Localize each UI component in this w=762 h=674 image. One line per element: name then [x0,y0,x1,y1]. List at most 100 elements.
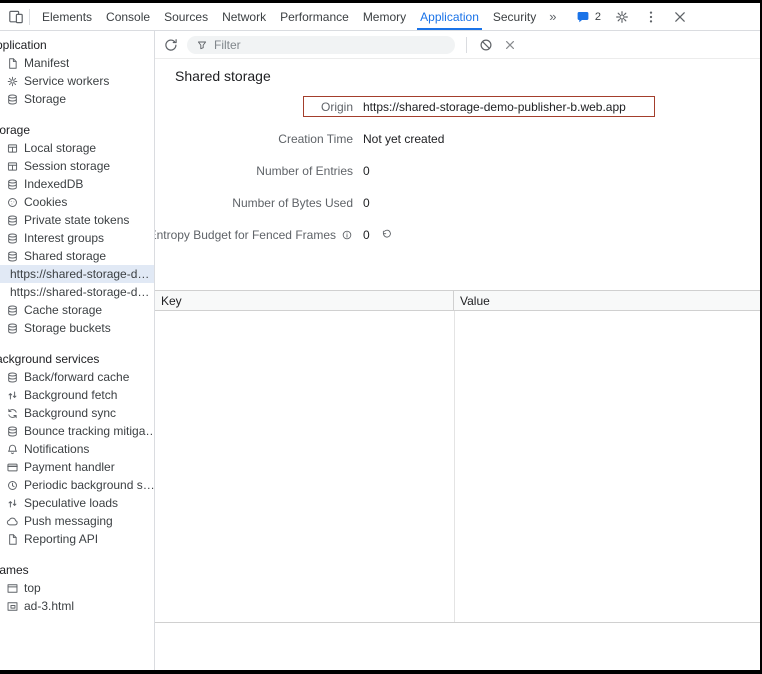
sidebar-item-cookies[interactable]: Cookies [0,193,155,211]
item-label: Manifest [24,56,69,70]
sidebar-item-payment-handler[interactable]: Payment handler [0,458,155,476]
item-label: Interest groups [24,231,104,245]
table-icon [6,142,19,155]
field-row-origin: Origin https://shared-storage-demo-publi… [155,98,760,116]
device-toolbar-icon[interactable] [8,9,24,25]
field-label-entropy-budget: Entropy Budget for Fenced Frames [155,228,363,242]
bell-icon [6,443,19,456]
sidebar-item-reporting-api[interactable]: Reporting API [0,530,155,548]
sync-arrows-icon [6,407,19,420]
application-sidebar: Application Manifest Service workers Sto… [0,31,155,670]
section-title-storage[interactable]: Storage [0,121,155,139]
close-icon[interactable] [672,9,688,25]
tab-security[interactable]: Security [486,3,543,30]
tab-memory[interactable]: Memory [356,3,413,30]
sidebar-item-service-workers[interactable]: Service workers [0,72,155,90]
sidebar-item-frame-top[interactable]: top [0,579,155,597]
clock-icon [6,479,19,492]
sidebar-item-storage[interactable]: Storage [0,90,155,108]
sidebar-item-local-storage[interactable]: Local storage [0,139,155,157]
tab-console[interactable]: Console [99,3,157,30]
document-icon [6,57,19,70]
item-label: IndexedDB [24,177,83,191]
table-icon [6,160,19,173]
sidebar-item-private-state-tokens[interactable]: Private state tokens [0,211,155,229]
info-icon [341,229,353,241]
entries-table: Key Value [155,290,760,623]
item-label: Bounce tracking mitiga… [24,424,155,438]
more-options-icon[interactable] [643,9,659,25]
shared-storage-content: Shared storage Origin https://shared-sto… [155,59,760,670]
tab-performance[interactable]: Performance [273,3,356,30]
issues-count: 2 [595,11,601,23]
sidebar-item-session-storage[interactable]: Session storage [0,157,155,175]
field-row-entropy-budget: Entropy Budget for Fenced Frames 0 [155,226,760,244]
item-label: Private state tokens [24,213,129,227]
sidebar-item-bounce-tracking-mitigations[interactable]: Bounce tracking mitiga… [0,422,155,440]
sidebar-item-storage-buckets[interactable]: Storage buckets [0,319,155,337]
section-storage: Storage Local storage Session storage In… [0,121,155,337]
filter-funnel-icon [196,39,208,51]
tab-sources[interactable]: Sources [157,3,215,30]
clear-filter-icon[interactable] [502,37,518,53]
shared-storage-toolbar: Filter [155,31,760,59]
sidebar-item-indexeddb[interactable]: IndexedDB [0,175,155,193]
payment-card-icon [6,461,19,474]
database-icon [6,93,19,106]
entries-table-body[interactable] [155,311,760,623]
reset-icon[interactable] [380,229,392,241]
item-label: Payment handler [24,460,115,474]
sidebar-item-background-sync[interactable]: Background sync [0,404,155,422]
sidebar-item-shared-storage-origin-2[interactable]: https://shared-storage-d… [0,283,155,301]
field-row-number-of-entries: Number of Entries 0 [155,162,760,180]
sidebar-item-notifications[interactable]: Notifications [0,440,155,458]
section-application: Application Manifest Service workers Sto… [0,36,155,108]
database-icon [6,250,19,263]
sidebar-tree: Application Manifest Service workers Sto… [0,36,155,615]
filter-input[interactable]: Filter [187,36,455,54]
item-label: https://shared-storage-d… [10,285,149,299]
column-header-key[interactable]: Key [155,291,454,310]
cookie-icon [6,196,19,209]
sidebar-item-periodic-background-sync[interactable]: Periodic background s… [0,476,155,494]
metadata-fields: Origin https://shared-storage-demo-publi… [155,98,760,244]
database-icon [6,214,19,227]
tab-network[interactable]: Network [215,3,273,30]
item-label: https://shared-storage-d… [10,267,149,281]
column-header-value[interactable]: Value [454,291,760,310]
refresh-icon[interactable] [163,37,179,53]
item-label: Speculative loads [24,496,118,510]
sidebar-item-shared-storage-origin-1[interactable]: https://shared-storage-d… [0,265,155,283]
clear-icon[interactable] [478,37,494,53]
section-title-background-services[interactable]: Background services [0,350,155,368]
sidebar-item-background-fetch[interactable]: Background fetch [0,386,155,404]
sidebar-item-shared-storage[interactable]: Shared storage [0,247,155,265]
field-label-number-of-bytes-used: Number of Bytes Used [155,196,363,210]
field-value-number-of-bytes-used: 0 [363,196,370,210]
field-value-entropy-budget: 0 [363,228,392,242]
gear-icon[interactable] [614,9,630,25]
sidebar-item-speculative-loads[interactable]: Speculative loads [0,494,155,512]
field-row-creation-time: Creation Time Not yet created [155,130,760,148]
field-value-origin: https://shared-storage-demo-publisher-b.… [363,100,626,114]
database-icon [6,425,19,438]
entries-table-header: Key Value [155,291,760,311]
section-frames: Frames top ad-3.html [0,561,155,615]
section-title-frames[interactable]: Frames [0,561,155,579]
tab-elements[interactable]: Elements [35,3,99,30]
field-label-origin: Origin [155,100,363,114]
cloud-icon [6,515,19,528]
up-down-arrows-icon [6,389,19,402]
sidebar-item-manifest[interactable]: Manifest [0,54,155,72]
item-label: Storage [24,92,66,106]
sidebar-item-back-forward-cache[interactable]: Back/forward cache [0,368,155,386]
sidebar-item-frame-ad-3[interactable]: ad-3.html [0,597,155,615]
sidebar-item-push-messaging[interactable]: Push messaging [0,512,155,530]
sidebar-item-cache-storage[interactable]: Cache storage [0,301,155,319]
sidebar-item-interest-groups[interactable]: Interest groups [0,229,155,247]
field-value-creation-time: Not yet created [363,132,444,146]
section-title-application[interactable]: Application [0,36,155,54]
tab-application[interactable]: Application [413,3,486,30]
issues-counter[interactable]: 2 [575,9,601,25]
more-tabs-button[interactable]: » [543,3,562,30]
